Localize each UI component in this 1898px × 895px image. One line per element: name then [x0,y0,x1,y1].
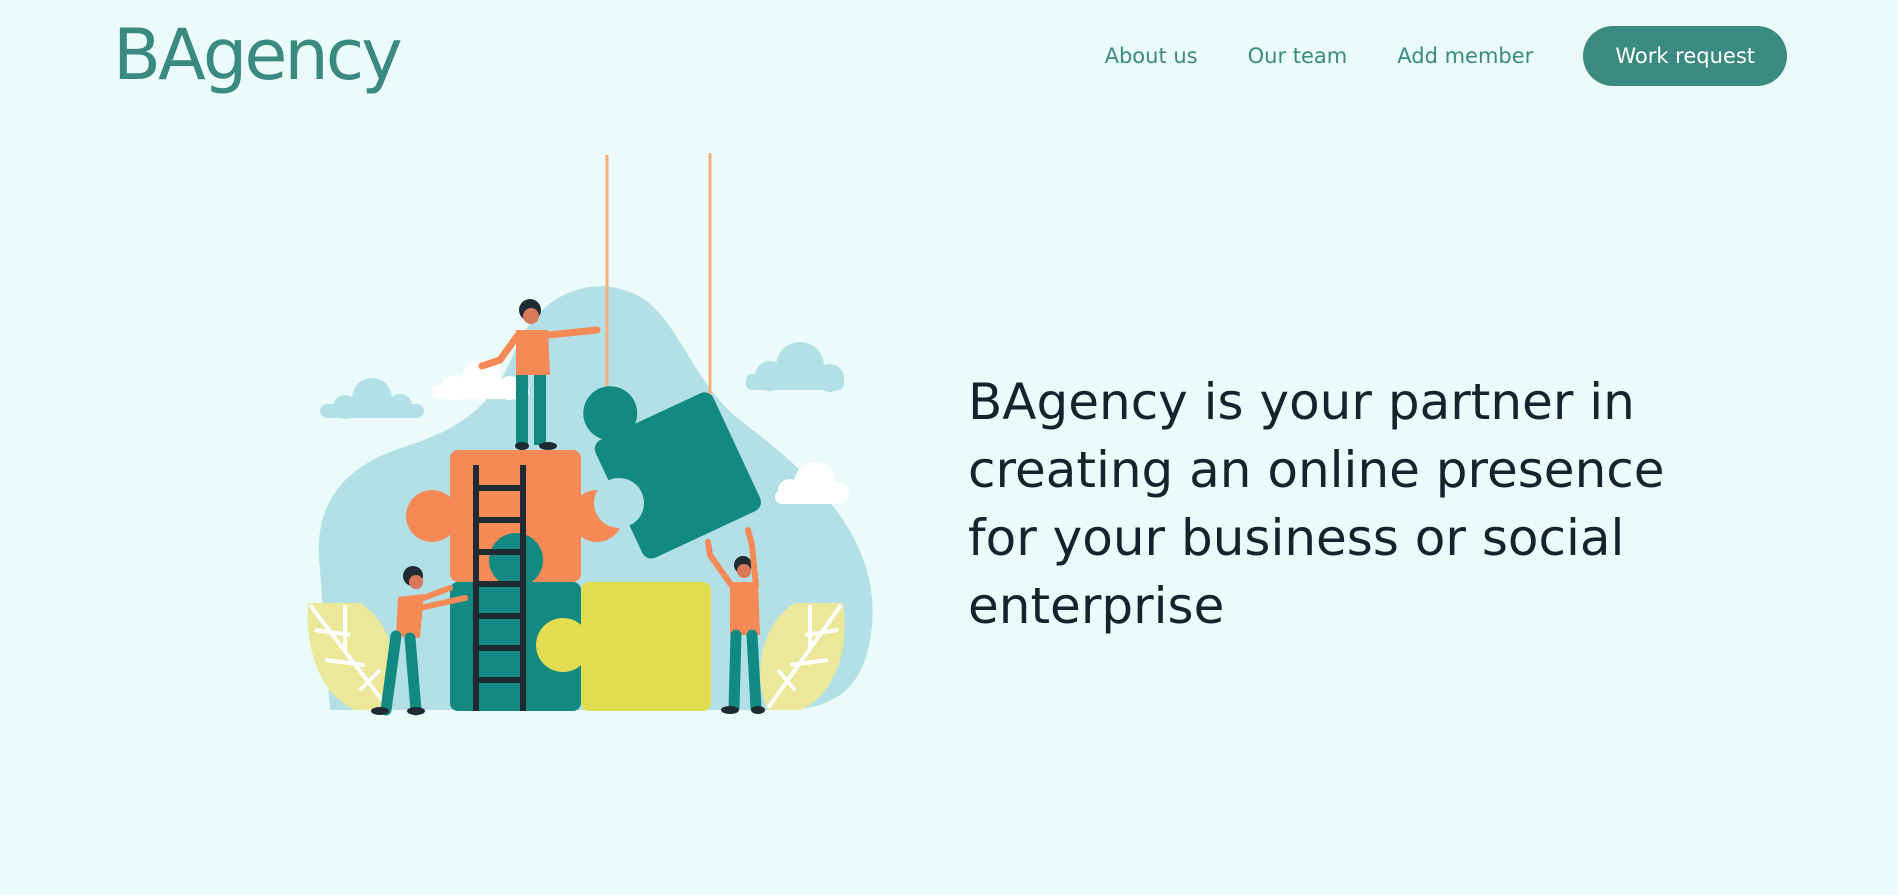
cloud-top-right [746,342,844,392]
site-header: BAgency About us Our team Add member Wor… [0,0,1898,115]
nav-link-our-team[interactable]: Our team [1248,44,1348,68]
hero-headline: BAgency is your partner in creating an o… [968,373,1665,635]
team-puzzle-illustration [300,150,890,720]
cloud-left [320,378,424,419]
work-request-button[interactable]: Work request [1583,26,1787,86]
nav-link-about-us[interactable]: About us [1105,44,1198,68]
nav-link-add-member[interactable]: Add member [1397,44,1533,68]
main-nav: About us Our team Add member Work reques… [1105,26,1787,86]
brand-logo[interactable]: BAgency [113,10,403,100]
